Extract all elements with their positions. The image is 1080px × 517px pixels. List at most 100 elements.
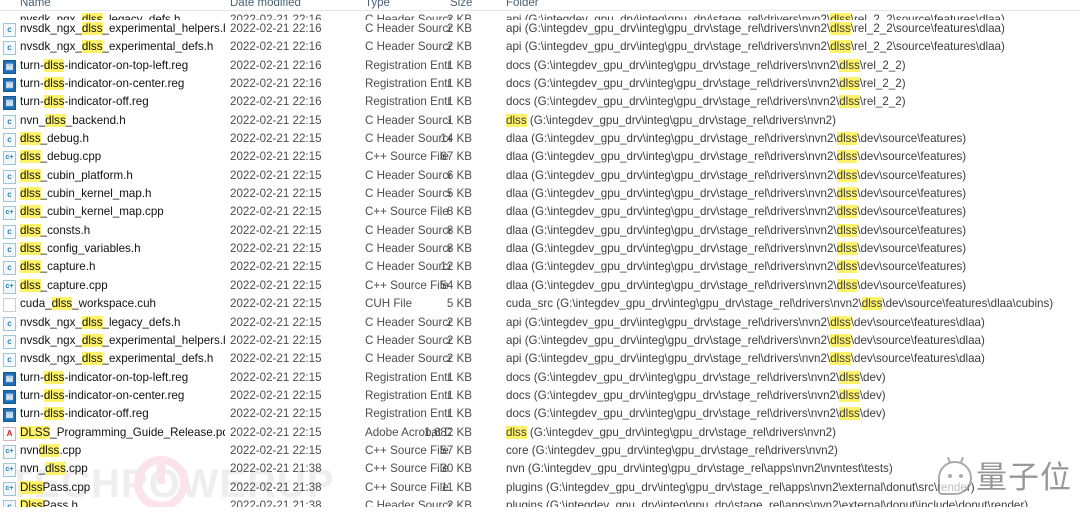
cell-date-modified: 2022-02-21 22:16 bbox=[230, 58, 322, 72]
table-row[interactable]: ▤ turn-dlss-indicator-off.reg 2022-02-21 2… bbox=[0, 405, 1080, 423]
cell-file-size: 2 KB bbox=[446, 352, 472, 366]
cell-file-name[interactable]: DLSS_Programming_Guide_Release.pdf bbox=[20, 425, 225, 439]
table-row[interactable]: c+ dlss_cubin_kernel_map.cpp 2022-02-21 22… bbox=[0, 203, 1080, 221]
cell-file-name[interactable]: cuda_dlss_workspace.cuh bbox=[20, 297, 225, 311]
cell-file-name[interactable]: dlss_debug.cpp bbox=[20, 150, 225, 164]
table-row[interactable]: c+ dlss_debug.cpp 2022-02-21 22:15 C++ Sour… bbox=[0, 148, 1080, 166]
cell-file-name[interactable]: dlss_cubin_kernel_map.h bbox=[20, 187, 225, 201]
cell-folder-path: api (G:\integdev_gpu_drv\integ\gpu_drv\s… bbox=[506, 22, 1005, 35]
table-row[interactable]: c dlss_cubin_platform.h 2022-02-21 22:15 C … bbox=[0, 167, 1080, 185]
cell-file-name[interactable]: turn-dlss-indicator-off.reg bbox=[20, 407, 225, 421]
cell-file-name[interactable]: nvsdk_ngx_dlss_legacy_defs.h bbox=[20, 13, 225, 20]
search-match-highlight: dlss bbox=[506, 113, 527, 127]
table-row[interactable]: c nvsdk_ngx_dlss_experimental_defs.h 2022-… bbox=[0, 350, 1080, 368]
table-row[interactable]: c dlss_config_variables.h 2022-02-21 22:15… bbox=[0, 240, 1080, 258]
blank-file-icon bbox=[3, 298, 16, 313]
cell-file-name[interactable]: nvn_dlss_backend.h bbox=[20, 113, 225, 127]
search-match-highlight: dlss bbox=[81, 40, 103, 54]
table-row[interactable]: ▤ turn-dlss-indicator-on-center.reg 2022-0… bbox=[0, 75, 1080, 93]
c-header-file-icon: c bbox=[3, 133, 16, 148]
table-row[interactable]: c+ dlss_capture.cpp 2022-02-21 22:15 C++ So… bbox=[0, 277, 1080, 295]
search-match-highlight: dlss bbox=[20, 168, 41, 182]
search-match-highlight: dlss bbox=[38, 443, 60, 457]
cell-file-name[interactable]: nvsdk_ngx_dlss_experimental_defs.h bbox=[20, 352, 225, 366]
cell-file-name[interactable]: DlssPass.cpp bbox=[20, 480, 225, 494]
cell-file-name[interactable]: dlss_debug.h bbox=[20, 132, 225, 146]
cell-file-name[interactable]: nvn_dlss.cpp bbox=[20, 462, 225, 476]
cell-date-modified: 2022-02-21 22:15 bbox=[230, 242, 322, 256]
cell-folder-path: dlaa (G:\integdev_gpu_drv\integ\gpu_drv\… bbox=[506, 205, 967, 219]
registry-file-icon: ▤ bbox=[3, 371, 16, 386]
cell-file-name[interactable]: nvsdk_ngx_dlss_experimental_helpers.h bbox=[20, 333, 225, 347]
cell-file-name[interactable]: turn-dlss-indicator-on-center.reg bbox=[20, 77, 225, 91]
cpp-source-file-icon: c+ bbox=[3, 151, 16, 166]
table-row[interactable]: c nvsdk_ngx_dlss_experimental_helpers.h 20… bbox=[0, 20, 1080, 38]
table-row-partial[interactable]: nvsdk_ngx_dlss_legacy_defs.h 2022-02-21 2… bbox=[0, 11, 1080, 20]
cell-file-size: 11 KB bbox=[441, 480, 472, 494]
c-header-file-icon: c bbox=[3, 169, 16, 184]
column-header-date[interactable]: Date modified bbox=[230, 0, 301, 9]
search-match-highlight: dlss bbox=[839, 95, 860, 109]
table-row[interactable]: cuda_dlss_workspace.cuh 2022-02-21 22:15 C… bbox=[0, 295, 1080, 313]
cell-date-modified: 2022-02-21 22:16 bbox=[230, 22, 322, 35]
table-row[interactable]: ▤ turn-dlss-indicator-off.reg 2022-02-21 2… bbox=[0, 93, 1080, 111]
table-row[interactable]: ▤ turn-dlss-indicator-on-center.reg 2022-0… bbox=[0, 387, 1080, 405]
pdf-file-icon: A bbox=[3, 426, 16, 441]
table-row[interactable]: c dlss_capture.h 2022-02-21 22:15 C Header … bbox=[0, 258, 1080, 276]
cpp-source-file-icon: c+ bbox=[3, 206, 16, 221]
cell-file-name[interactable]: dlss_capture.cpp bbox=[20, 278, 225, 292]
column-header-folder[interactable]: Folder bbox=[506, 0, 539, 9]
cell-file-name[interactable]: dlss_consts.h bbox=[20, 223, 225, 237]
search-match-highlight: dlss bbox=[51, 297, 73, 311]
table-row[interactable]: c+ DlssPass.cpp 2022-02-21 21:38 C++ Source… bbox=[0, 479, 1080, 497]
cell-file-size: 6 KB bbox=[446, 168, 472, 182]
c-header-file-icon: c bbox=[3, 261, 16, 276]
table-row[interactable]: ▤ turn-dlss-indicator-on-top-left.reg 2022… bbox=[0, 57, 1080, 75]
cell-file-name[interactable]: dlss_cubin_platform.h bbox=[20, 168, 225, 182]
table-row[interactable]: c nvsdk_ngx_dlss_legacy_defs.h 2022-02-21 … bbox=[0, 314, 1080, 332]
c-header-file-icon: c bbox=[3, 23, 16, 37]
table-row[interactable]: c+ nvn_dlss.cpp 2022-02-21 21:38 C++ Source… bbox=[0, 460, 1080, 478]
cell-file-size: 2 KB bbox=[446, 333, 472, 347]
cell-file-name[interactable]: turn-dlss-indicator-on-top-left.reg bbox=[20, 370, 225, 384]
column-header-name[interactable]: Name bbox=[20, 0, 51, 9]
cell-file-name[interactable]: nvsdk_ngx_dlss_experimental_helpers.h bbox=[20, 22, 225, 35]
column-header-size[interactable]: Size bbox=[450, 0, 472, 9]
cell-file-size: 12 KB bbox=[440, 260, 472, 274]
cell-folder-path: cuda_src (G:\integdev_gpu_drv\integ\gpu_… bbox=[506, 297, 1054, 311]
table-row[interactable]: ▤ turn-dlss-indicator-on-top-left.reg 2022… bbox=[0, 369, 1080, 387]
cell-file-name[interactable]: nvsdk_ngx_dlss_legacy_defs.h bbox=[20, 315, 225, 329]
c-header-file-icon: c bbox=[3, 334, 16, 349]
table-row[interactable]: c dlss_consts.h 2022-02-21 22:15 C Header S… bbox=[0, 222, 1080, 240]
cell-file-name[interactable]: dlss_capture.h bbox=[20, 260, 225, 274]
search-match-highlight: dlss bbox=[830, 40, 851, 54]
cell-folder-path: dlaa (G:\integdev_gpu_drv\integ\gpu_drv\… bbox=[506, 242, 967, 256]
cell-file-size: 5 KB bbox=[446, 297, 472, 311]
search-match-highlight: dlss bbox=[81, 352, 103, 366]
search-match-highlight: dlss bbox=[836, 168, 858, 182]
column-header-type[interactable]: Type bbox=[365, 0, 390, 9]
file-explorer-window: TECHPOWERUP Name Date modified Type Size… bbox=[0, 0, 1080, 517]
cell-file-name[interactable]: nvndlss.cpp bbox=[20, 443, 225, 457]
table-row[interactable]: c nvsdk_ngx_dlss_experimental_helpers.h 20… bbox=[0, 332, 1080, 350]
table-row[interactable]: c nvsdk_ngx_dlss_experimental_defs.h 2022-… bbox=[0, 38, 1080, 56]
cell-file-name[interactable]: dlss_config_variables.h bbox=[20, 242, 225, 256]
cell-file-name[interactable]: turn-dlss-indicator-on-top-left.reg bbox=[20, 58, 225, 72]
table-row[interactable]: c nvn_dlss_backend.h 2022-02-21 22:15 C Hea… bbox=[0, 112, 1080, 130]
table-row[interactable]: c+ nvndlss.cpp 2022-02-21 22:15 C++ Source … bbox=[0, 442, 1080, 460]
cpp-source-file-icon: c+ bbox=[3, 481, 16, 496]
cell-file-name[interactable]: dlss_cubin_kernel_map.cpp bbox=[20, 205, 225, 219]
table-row[interactable]: c dlss_debug.h 2022-02-21 22:15 C Header So… bbox=[0, 130, 1080, 148]
cell-file-size: 1 KB bbox=[446, 370, 472, 384]
cell-date-modified: 2022-02-21 22:16 bbox=[230, 95, 322, 109]
cell-file-name[interactable]: turn-dlss-indicator-off.reg bbox=[20, 95, 225, 109]
search-match-highlight: dlss bbox=[43, 77, 65, 91]
cell-file-size: 1 KB bbox=[446, 58, 472, 72]
cell-file-name[interactable]: nvsdk_ngx_dlss_experimental_defs.h bbox=[20, 40, 225, 54]
table-row[interactable]: A DLSS_Programming_Guide_Release.pdf 2022-… bbox=[0, 424, 1080, 442]
table-row[interactable]: c dlss_cubin_kernel_map.h 2022-02-21 22:15… bbox=[0, 185, 1080, 203]
cell-file-name[interactable]: turn-dlss-indicator-on-center.reg bbox=[20, 388, 225, 402]
c-header-file-icon: c bbox=[3, 41, 16, 56]
cell-file-size: 14 KB bbox=[440, 132, 472, 146]
cell-file-size: 8 KB bbox=[446, 205, 472, 219]
